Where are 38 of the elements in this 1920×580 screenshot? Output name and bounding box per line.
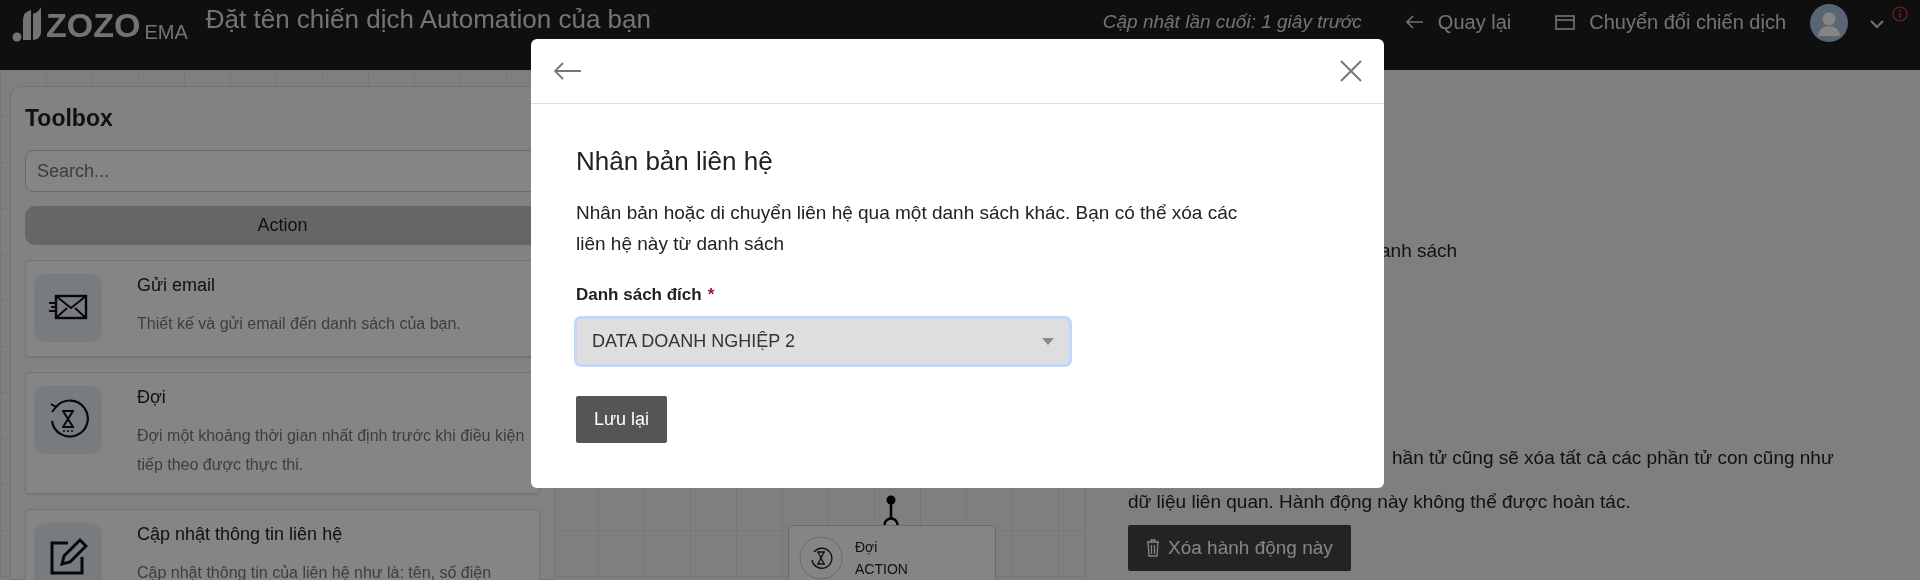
info-icon: [1892, 6, 1908, 22]
logo-mark-icon: [12, 6, 42, 42]
target-list-select[interactable]: DATA DOANH NGHIỆP 2: [574, 316, 1072, 367]
logo-text: ZOZO: [46, 8, 141, 42]
card-icon: [1555, 14, 1576, 30]
tool-card[interactable]: Đợi Đợi một khoảng thời gian nhất định trước khi điều kiện tiếp theo được thực thi.: [25, 372, 540, 494]
logo-suffix: EMA: [144, 22, 188, 42]
warning-text: hần tử cũng sẽ xóa tất cả các phần tử con cũng như: [1392, 447, 1834, 469]
hourglass-timer-icon: [799, 536, 843, 580]
close-icon[interactable]: [1340, 60, 1362, 82]
node-title: Đợi: [855, 538, 879, 557]
back-link[interactable]: Quay lại: [1405, 10, 1512, 34]
tool-description: Thiết kế và gửi email đến danh sách của bạn.: [137, 314, 461, 334]
tool-description: Đợi một khoảng thời gian nhất định trước khi điều kiện tiếp theo được thực thi.: [137, 426, 526, 475]
trash-icon: [1146, 539, 1160, 557]
tool-title: Gửi email: [137, 275, 217, 296]
warning-text: dữ liệu liên quan. Hành động này không thể được hoàn tác.: [1128, 491, 1631, 513]
avatar-icon[interactable]: [1810, 4, 1848, 42]
dropdown-caret-icon: [1042, 338, 1054, 345]
flow-node[interactable]: Đợi ACTION: [788, 525, 996, 580]
back-arrow-icon[interactable]: [554, 62, 582, 80]
save-button[interactable]: Lưu lại: [576, 396, 668, 443]
switch-campaign-link[interactable]: Chuyển đổi chiến dịch: [1555, 10, 1786, 34]
chevron-down-icon[interactable]: [1870, 20, 1884, 29]
campaign-title[interactable]: Đặt tên chiến dịch Automation của bạn: [205, 4, 651, 34]
edit-icon: [48, 537, 88, 577]
node-type-label: ACTION: [855, 560, 908, 579]
modal-title: Nhân bản liên hệ: [576, 146, 774, 177]
left-arrow-icon: [1405, 15, 1424, 29]
required-mark: *: [707, 285, 715, 305]
field-label: Danh sách đích: [576, 285, 702, 305]
last-updated-text: Cập nhật lần cuối: 1 giây trước: [1102, 10, 1362, 34]
tool-title: Cập nhật thông tin liên hệ: [137, 524, 344, 545]
delete-action-button[interactable]: Xóa hành động này: [1128, 525, 1351, 571]
modal-description: Nhân bản hoặc di chuyển liên hệ qua một danh sách khác. Bạn có thể xóa các liên hệ này từ danh sách: [576, 201, 1239, 256]
toolbox-title: Toolbox: [25, 105, 114, 132]
envelope-icon: [48, 294, 88, 322]
tool-title: Đợi: [137, 387, 167, 408]
